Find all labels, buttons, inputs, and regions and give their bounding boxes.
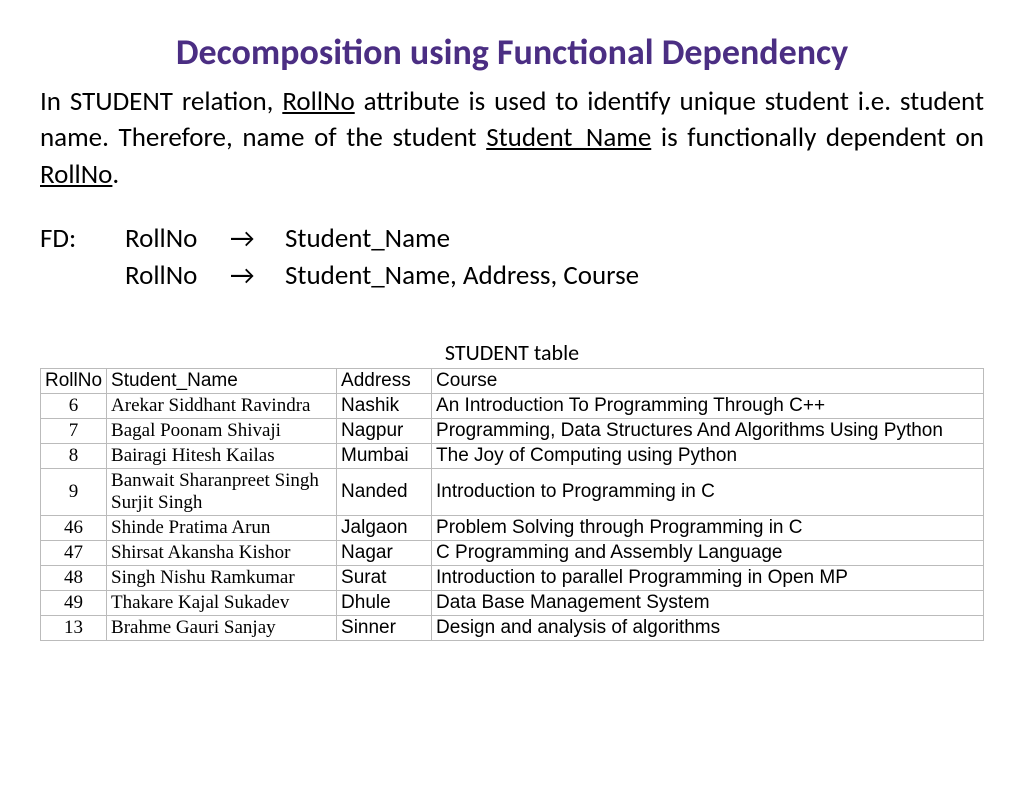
cell-name: Thakare Kajal Sukadev (107, 591, 337, 616)
cell-rollno: 47 (41, 541, 107, 566)
text: . (112, 158, 119, 191)
cell-rollno: 13 (41, 616, 107, 641)
text: is functionally dependent on (651, 121, 984, 154)
cell-name: Shinde Pratima Arun (107, 516, 337, 541)
table-row: 47Shirsat Akansha KishorNagarC Programmi… (41, 541, 984, 566)
table-row: 6Arekar Siddhant RavindraNashikAn Introd… (41, 394, 984, 419)
fd-label (40, 258, 125, 294)
cell-address: Mumbai (337, 444, 432, 469)
cell-address: Nagpur (337, 419, 432, 444)
fd-rhs: Student_Name, Address, Course (285, 258, 639, 294)
slide-title: Decomposition using Functional Dependenc… (40, 30, 984, 74)
cell-rollno: 9 (41, 469, 107, 516)
col-header-rollno: RollNo (41, 369, 107, 394)
arrow-icon: → (230, 221, 285, 257)
table-row: 48Singh Nishu RamkumarSuratIntroduction … (41, 566, 984, 591)
cell-address: Nanded (337, 469, 432, 516)
cell-course: Programming, Data Structures And Algorit… (432, 419, 984, 444)
cell-rollno: 48 (41, 566, 107, 591)
table-row: 9Banwait Sharanpreet Singh Surjit SinghN… (41, 469, 984, 516)
table-row: 13Brahme Gauri SanjaySinnerDesign and an… (41, 616, 984, 641)
paragraph: In STUDENT relation, RollNo attribute is… (40, 84, 984, 193)
cell-name: Brahme Gauri Sanjay (107, 616, 337, 641)
cell-address: Nashik (337, 394, 432, 419)
fd-lhs: RollNo (125, 258, 230, 294)
cell-rollno: 46 (41, 516, 107, 541)
cell-name: Singh Nishu Ramkumar (107, 566, 337, 591)
student-table: RollNo Student_Name Address Course 6Arek… (40, 368, 984, 641)
cell-course: Design and analysis of algorithms (432, 616, 984, 641)
term-rollno: RollNo (282, 85, 354, 118)
cell-name: Bairagi Hitesh Kailas (107, 444, 337, 469)
cell-name: Bagal Poonam Shivaji (107, 419, 337, 444)
cell-name: Banwait Sharanpreet Singh Surjit Singh (107, 469, 337, 516)
fd-label: FD: (40, 221, 125, 257)
col-header-address: Address (337, 369, 432, 394)
col-header-course: Course (432, 369, 984, 394)
cell-rollno: 49 (41, 591, 107, 616)
cell-address: Sinner (337, 616, 432, 641)
cell-course: Problem Solving through Programming in C (432, 516, 984, 541)
cell-rollno: 7 (41, 419, 107, 444)
cell-course: The Joy of Computing using Python (432, 444, 984, 469)
cell-name: Shirsat Akansha Kishor (107, 541, 337, 566)
cell-name: Arekar Siddhant Ravindra (107, 394, 337, 419)
cell-course: C Programming and Assembly Language (432, 541, 984, 566)
cell-course: An Introduction To Programming Through C… (432, 394, 984, 419)
term-rollno: RollNo (40, 158, 112, 191)
term-student-name: Student_Name (486, 121, 651, 154)
fd-rhs: Student_Name (285, 221, 450, 257)
text: In STUDENT relation, (40, 85, 282, 118)
table-row: 46Shinde Pratima ArunJalgaonProblem Solv… (41, 516, 984, 541)
cell-course: Data Base Management System (432, 591, 984, 616)
cell-rollno: 8 (41, 444, 107, 469)
table-header-row: RollNo Student_Name Address Course (41, 369, 984, 394)
table-row: 8Bairagi Hitesh KailasMumbaiThe Joy of C… (41, 444, 984, 469)
cell-address: Nagar (337, 541, 432, 566)
arrow-icon: → (230, 258, 285, 294)
cell-course: Introduction to parallel Programming in … (432, 566, 984, 591)
cell-address: Surat (337, 566, 432, 591)
fd-lhs: RollNo (125, 221, 230, 257)
table-caption: STUDENT table (40, 339, 984, 366)
cell-address: Dhule (337, 591, 432, 616)
table-row: 7Bagal Poonam ShivajiNagpurProgramming, … (41, 419, 984, 444)
table-row: 49Thakare Kajal SukadevDhuleData Base Ma… (41, 591, 984, 616)
cell-course: Introduction to Programming in C (432, 469, 984, 516)
cell-address: Jalgaon (337, 516, 432, 541)
cell-rollno: 6 (41, 394, 107, 419)
col-header-name: Student_Name (107, 369, 337, 394)
fd-definitions: FD: RollNo → Student_Name RollNo → Stude… (40, 221, 984, 294)
